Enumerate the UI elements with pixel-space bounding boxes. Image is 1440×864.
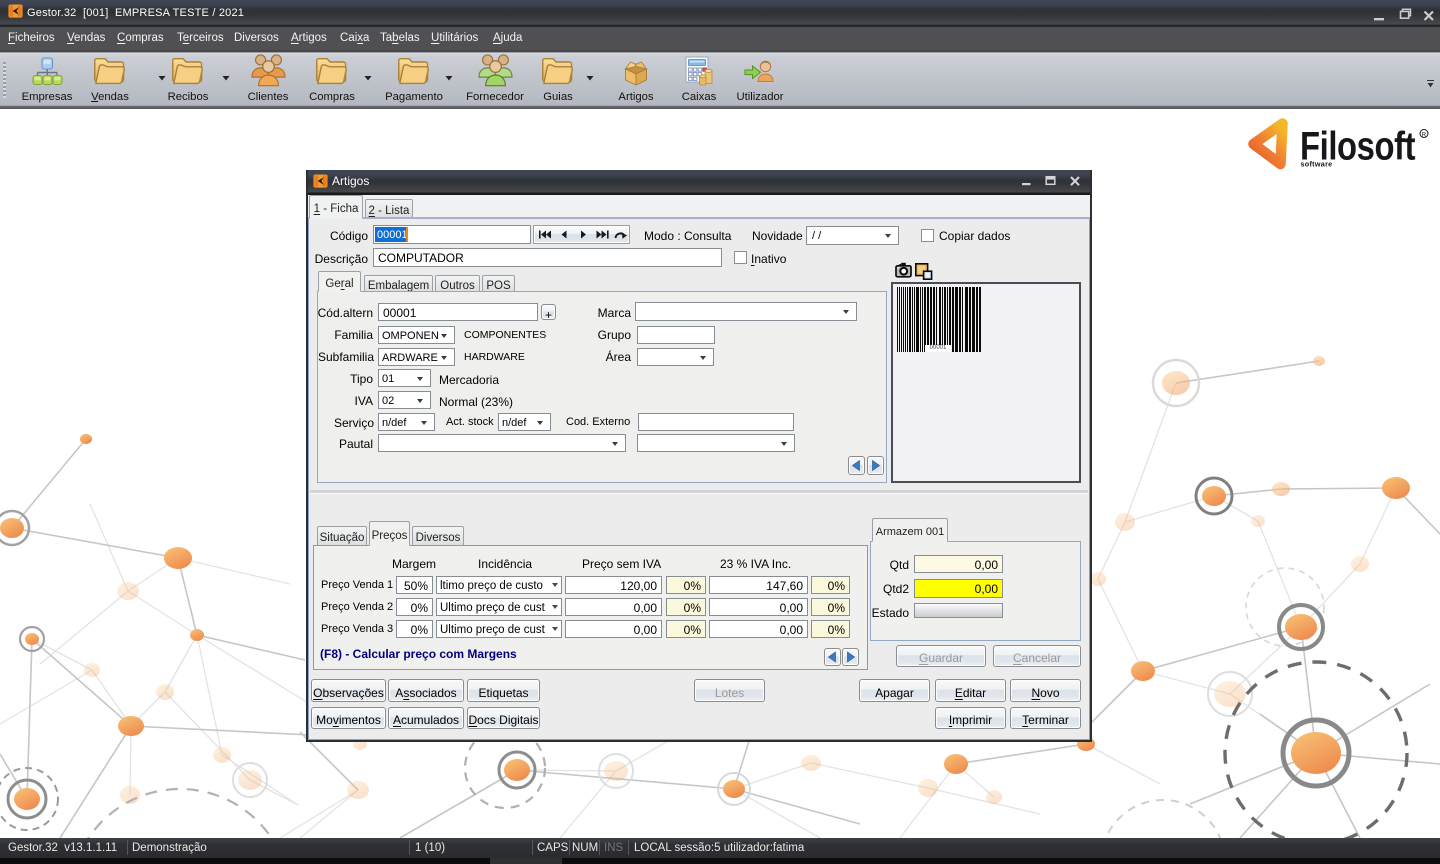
svg-text:software: software [1301,160,1333,169]
svg-text:R: R [1422,132,1427,138]
